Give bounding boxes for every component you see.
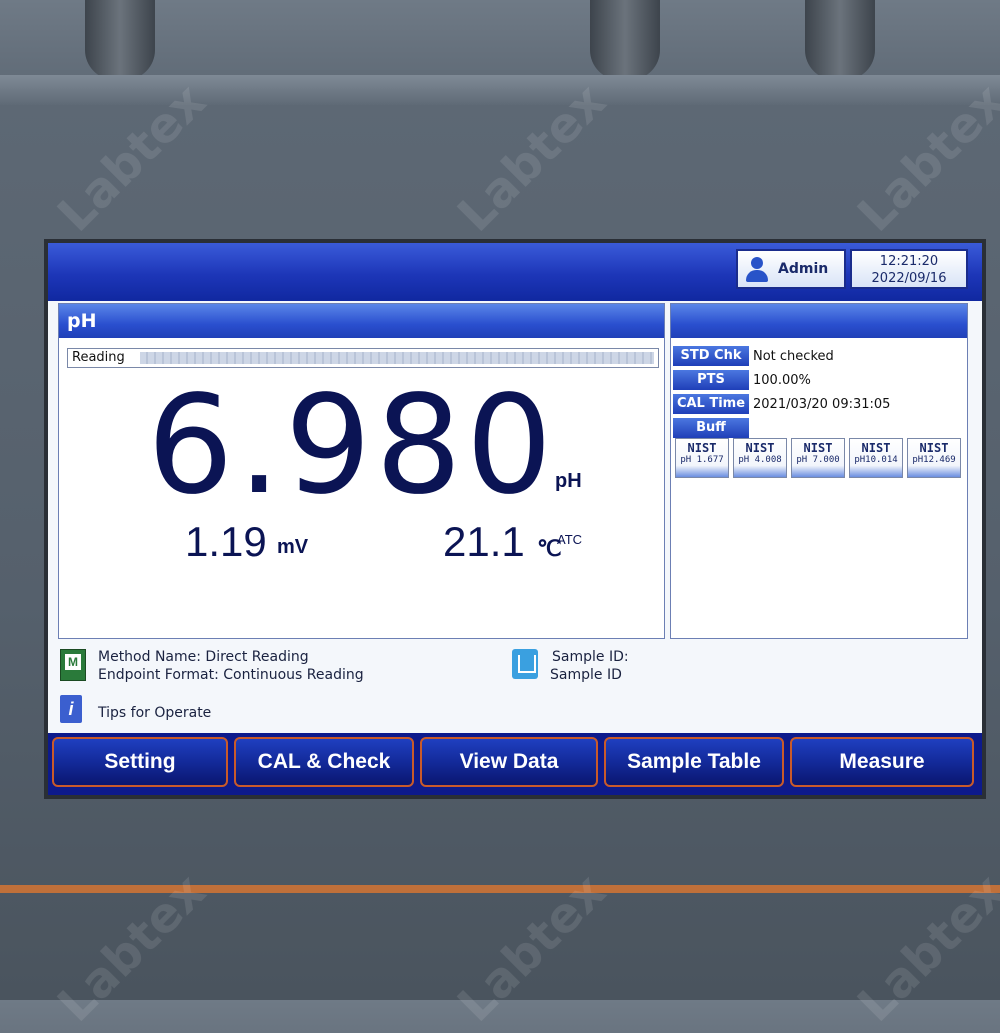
- buffer-name: NIST: [687, 441, 717, 455]
- tips-text: Tips for Operate: [98, 705, 212, 721]
- info-row-buff: Buff: [673, 418, 753, 438]
- calibration-info-panel: STD Chk Not checked PTS 100.00% CAL Time…: [670, 303, 968, 639]
- buffer-value: pH 4.008: [738, 455, 782, 465]
- user-button[interactable]: Admin: [736, 249, 846, 289]
- info-value: 2021/03/20 09:31:05: [753, 396, 891, 412]
- method-name: Method Name: Direct Reading: [98, 649, 309, 665]
- buffer-name: NIST: [919, 441, 949, 455]
- buffer-value: pH 1.677: [680, 455, 724, 465]
- mv-value: 1.19: [185, 518, 267, 565]
- cal-check-button[interactable]: CAL & Check: [234, 737, 414, 787]
- status-area: M Method Name: Direct Reading Endpoint F…: [48, 641, 982, 733]
- setting-button[interactable]: Setting: [52, 737, 228, 787]
- sample-table-button[interactable]: Sample Table: [604, 737, 784, 787]
- clock-date: 2022/09/16: [871, 271, 947, 286]
- temperature-value: 21.1: [443, 518, 525, 565]
- info-row-cal-time: CAL Time 2021/03/20 09:31:05: [673, 394, 890, 414]
- measure-button[interactable]: Measure: [790, 737, 974, 787]
- buffer-value: pH10.014: [854, 455, 898, 465]
- info-panel-header: [671, 304, 967, 338]
- info-key: CAL Time: [673, 394, 749, 414]
- main-content: pH Reading 6.980 pH 1.19 mV 21.1 ℃ ATC S…: [48, 301, 982, 733]
- endpoint-format: Endpoint Format: Continuous Reading: [98, 667, 364, 683]
- buffer-button[interactable]: NIST pH12.469: [907, 438, 961, 478]
- ph-value: 6.980: [147, 367, 557, 525]
- user-icon: [744, 256, 770, 282]
- clock: 12:21:20 2022/09/16: [850, 249, 968, 289]
- cable-right: [805, 0, 875, 80]
- buffer-name: NIST: [745, 441, 775, 455]
- sample-icon[interactable]: [512, 649, 538, 679]
- buffer-name: NIST: [861, 441, 891, 455]
- sample-id-label: Sample ID:: [552, 649, 629, 665]
- device-screen: Admin 12:21:20 2022/09/16 pH Reading 6.9…: [48, 243, 982, 795]
- buffer-value: pH12.469: [912, 455, 956, 465]
- method-icon[interactable]: M: [60, 649, 86, 681]
- bottom-nav: Setting CAL & Check View Data Sample Tab…: [48, 733, 982, 795]
- view-data-button[interactable]: View Data: [420, 737, 598, 787]
- info-icon[interactable]: i: [60, 695, 82, 723]
- info-key: PTS: [673, 370, 749, 390]
- info-key: STD Chk: [673, 346, 749, 366]
- temperature-mode: ATC: [557, 532, 583, 547]
- info-value: 100.00%: [753, 372, 811, 388]
- buffer-button[interactable]: NIST pH10.014: [849, 438, 903, 478]
- info-value: Not checked: [753, 348, 834, 364]
- reading-progress-bar: Reading: [67, 348, 659, 368]
- reading-progress-fill: [140, 352, 654, 364]
- ph-panel: pH Reading 6.980 pH 1.19 mV 21.1 ℃ ATC: [58, 303, 665, 639]
- ph-unit: pH: [555, 470, 582, 492]
- buffer-button[interactable]: NIST pH 4.008: [733, 438, 787, 478]
- ph-panel-title: pH: [59, 304, 664, 338]
- buffer-value: pH 7.000: [796, 455, 840, 465]
- info-key: Buff: [673, 418, 749, 438]
- buffer-name: NIST: [803, 441, 833, 455]
- mv-unit: mV: [277, 536, 309, 558]
- buffer-button[interactable]: NIST pH 7.000: [791, 438, 845, 478]
- top-bar: Admin 12:21:20 2022/09/16: [48, 243, 982, 301]
- info-row-std-chk: STD Chk Not checked: [673, 346, 834, 366]
- cable-left: [85, 0, 155, 80]
- user-name: Admin: [778, 261, 829, 277]
- reading-label: Reading: [72, 350, 125, 365]
- clock-time: 12:21:20: [879, 254, 939, 269]
- cable-middle: [590, 0, 660, 80]
- sample-id-value: Sample ID: [550, 667, 622, 683]
- buffer-list: NIST pH 1.677 NIST pH 4.008 NIST pH 7.00…: [675, 438, 961, 478]
- buffer-button[interactable]: NIST pH 1.677: [675, 438, 729, 478]
- info-row-pts: PTS 100.00%: [673, 370, 811, 390]
